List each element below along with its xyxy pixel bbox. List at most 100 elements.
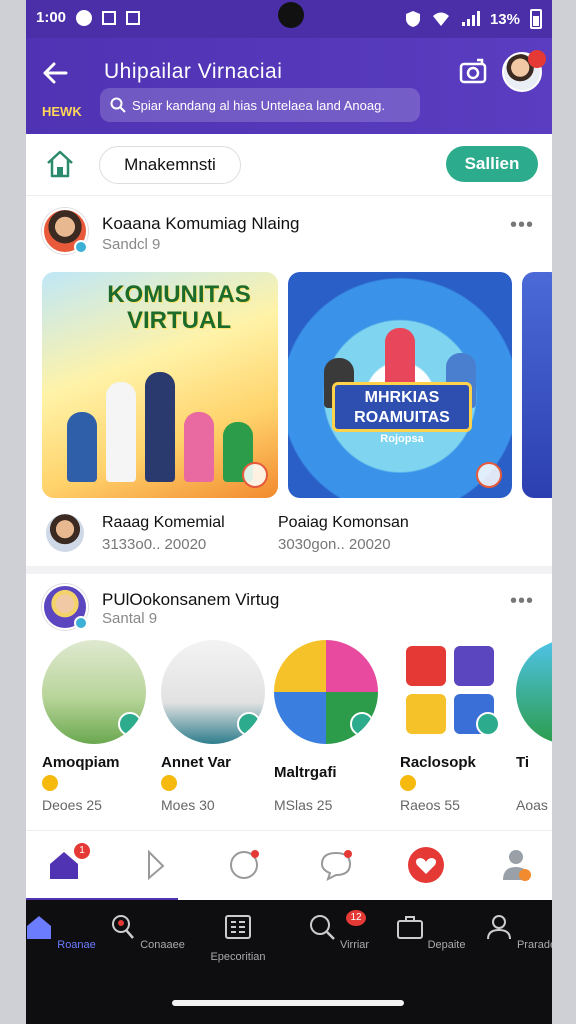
community-count: Aoas bbox=[516, 797, 548, 813]
tab-messages[interactable] bbox=[316, 845, 356, 885]
notification-icon bbox=[76, 9, 93, 26]
music-note-icon bbox=[148, 849, 165, 881]
notification-badge bbox=[528, 50, 546, 68]
more-options-icon[interactable]: ••• bbox=[510, 590, 534, 613]
person-icon bbox=[503, 850, 531, 881]
star-icon bbox=[400, 775, 416, 791]
search-placeholder: Spiar kandang al hias Untelaea land Anoa… bbox=[132, 97, 385, 113]
back-arrow-icon[interactable] bbox=[40, 58, 70, 88]
divider bbox=[26, 566, 552, 574]
status-bar: 1:00 13% bbox=[26, 0, 552, 38]
star-icon bbox=[161, 775, 177, 791]
card-banner: MHRKIAS ROAMUITAS Rojopsa bbox=[332, 382, 472, 445]
author-avatar[interactable] bbox=[42, 584, 88, 630]
nav-label: Epecoritian bbox=[210, 951, 266, 963]
heart-icon bbox=[408, 847, 444, 883]
nav-jobs[interactable]: Depaite bbox=[388, 912, 472, 951]
community-item[interactable]: Amoqpiam Deoes 25 bbox=[42, 640, 146, 813]
home-icon[interactable] bbox=[44, 148, 76, 180]
card-banner-sub: Rojopsa bbox=[380, 433, 424, 445]
community-label: Annet Var bbox=[161, 754, 232, 771]
device-frame: 1:00 13% Uhipailar Virnaciai HEWK Spiar … bbox=[0, 0, 576, 1024]
media-card[interactable]: KOMUNITAS VIRTUAL bbox=[42, 272, 278, 498]
tab-music[interactable] bbox=[134, 845, 174, 885]
nav-label: Conaaee bbox=[140, 939, 185, 951]
card-banner: KOMUNITAS VIRTUAL bbox=[107, 281, 251, 334]
community-label: Raclosopk bbox=[400, 754, 476, 771]
briefcase-icon bbox=[396, 916, 423, 939]
post-author[interactable]: PUlOokonsanem Virtug bbox=[102, 590, 279, 610]
save-button[interactable]: Sallien bbox=[446, 146, 538, 182]
post-time: Santal 9 bbox=[102, 610, 158, 627]
app-icon bbox=[102, 10, 117, 25]
media-card-partial[interactable] bbox=[522, 272, 552, 498]
nav-label: Virriar bbox=[339, 939, 370, 951]
profile-avatar[interactable] bbox=[502, 50, 546, 92]
community-image bbox=[42, 640, 146, 744]
community-count: Deoes 25 bbox=[42, 797, 102, 813]
nav-badge: 12 bbox=[346, 910, 366, 926]
nav-label: Roanae bbox=[57, 939, 96, 951]
toolbar: Mnakemnsti Sallien bbox=[26, 134, 552, 196]
tab-chat[interactable] bbox=[224, 845, 264, 885]
camera-icon[interactable] bbox=[458, 56, 488, 86]
search-icon bbox=[110, 97, 126, 113]
home-icon bbox=[27, 916, 52, 939]
card-illustration bbox=[62, 372, 258, 482]
community-item[interactable]: Raclosopk Raeos 55 bbox=[400, 640, 504, 813]
page-title: Uhipailar Virnaciai bbox=[104, 60, 283, 83]
front-camera bbox=[278, 2, 304, 28]
nav-label: Depaite bbox=[427, 939, 466, 951]
nav-community[interactable]: Conaaee bbox=[104, 912, 188, 951]
author-avatar[interactable] bbox=[42, 208, 88, 254]
media-card[interactable]: MHRKIAS ROAMUITAS Rojopsa bbox=[288, 272, 512, 498]
filter-chip[interactable]: Mnakemnsti bbox=[99, 146, 241, 184]
nav-profile[interactable]: Prarade bbox=[478, 912, 552, 951]
community-image bbox=[161, 640, 265, 744]
search-input[interactable]: Spiar kandang al hias Untelaea land Anoa… bbox=[100, 88, 420, 122]
card-banner-text: MHRKIAS ROAMUITAS bbox=[354, 389, 450, 426]
caption-date: 3133o0.. 20020 bbox=[102, 536, 207, 553]
community-label: Ti bbox=[516, 754, 530, 771]
caption-date: 3030gon.. 20020 bbox=[278, 536, 391, 553]
community-item-partial[interactable]: Ti Aoas bbox=[516, 640, 552, 813]
nav-home[interactable]: Roanae bbox=[26, 912, 102, 951]
post-author[interactable]: Koaana Komumiag Nlaing bbox=[102, 214, 300, 234]
list-icon bbox=[225, 915, 251, 939]
play-icon[interactable] bbox=[476, 462, 502, 488]
signal-icon bbox=[461, 11, 480, 26]
play-icon[interactable] bbox=[242, 462, 268, 488]
community-image bbox=[516, 640, 552, 744]
nav-explore[interactable]: Epecoritian bbox=[196, 912, 280, 963]
tab-favorites[interactable] bbox=[406, 845, 446, 885]
star-icon bbox=[42, 775, 58, 791]
message-bubble-icon bbox=[320, 850, 352, 881]
tab-home[interactable]: 1 bbox=[44, 843, 90, 885]
community-item[interactable]: Maltrgafi MSlas 25 bbox=[274, 640, 378, 813]
verified-icon bbox=[74, 240, 88, 254]
group-icon bbox=[350, 712, 374, 736]
tab-profile[interactable] bbox=[496, 845, 536, 885]
caption-title: Raaag Komemial bbox=[102, 514, 225, 531]
caption-item[interactable]: Poaiag Komonsan 3030gon.. 20020 bbox=[278, 510, 528, 560]
header-subtitle: HEWK bbox=[42, 104, 82, 119]
status-time: 1:00 bbox=[36, 9, 67, 26]
post-time: Sandcl 9 bbox=[102, 236, 161, 253]
profile-icon bbox=[486, 915, 511, 940]
community-image bbox=[274, 640, 378, 744]
community-label: Maltrgafi bbox=[274, 764, 337, 781]
community-count: Raeos 55 bbox=[400, 797, 460, 813]
nav-search[interactable]: 12 Virriar bbox=[296, 910, 380, 951]
community-image bbox=[400, 640, 504, 744]
nav-label: Prarade bbox=[516, 939, 552, 951]
battery-percent: 13% bbox=[489, 10, 520, 28]
caption-title: Poaiag Komonsan bbox=[278, 514, 409, 531]
caption-item[interactable]: Raaag Komemial 3133o0.. 20020 bbox=[46, 510, 286, 560]
message-icon bbox=[126, 10, 141, 25]
more-options-icon[interactable]: ••• bbox=[510, 214, 534, 237]
screen: 1:00 13% Uhipailar Virnaciai HEWK Spiar … bbox=[26, 0, 552, 1024]
home-indicator[interactable] bbox=[172, 1000, 404, 1006]
shield-icon bbox=[405, 11, 420, 27]
community-item[interactable]: Annet Var Moes 30 bbox=[161, 640, 265, 813]
battery-icon bbox=[530, 9, 542, 29]
